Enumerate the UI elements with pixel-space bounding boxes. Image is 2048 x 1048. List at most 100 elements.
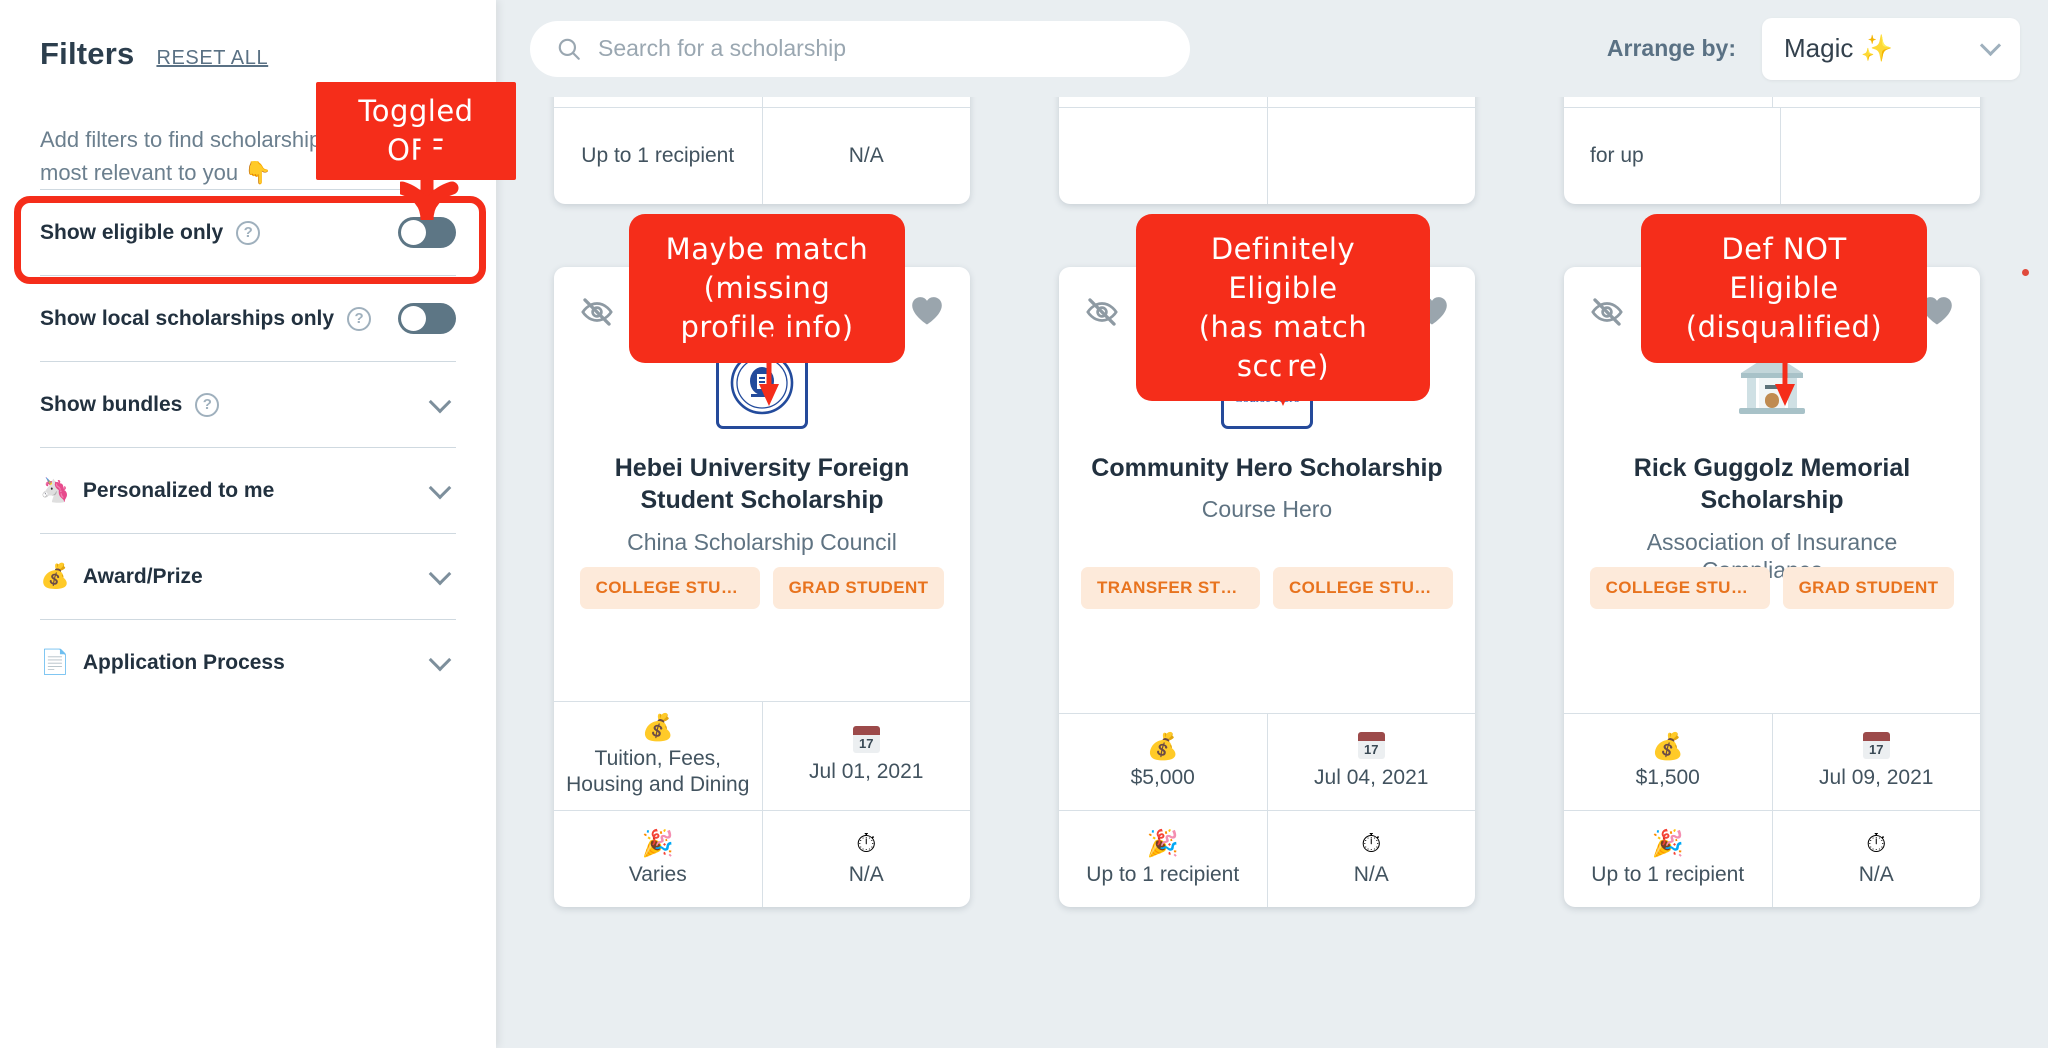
- search-icon: [558, 38, 580, 60]
- card-time: N/A: [848, 862, 884, 886]
- heart-icon[interactable]: [910, 295, 944, 326]
- calendar-icon: 17: [1357, 732, 1385, 760]
- filters-subtitle: Add filters to find scholarships that ar…: [40, 127, 413, 185]
- search-input[interactable]: Search for a scholarship: [530, 20, 1190, 77]
- toggle-show-local-only[interactable]: [398, 303, 456, 335]
- stopwatch-icon: ⏱: [1866, 827, 1887, 858]
- hebei-university-logo: [716, 336, 808, 429]
- card-meta: 💰 Tuition, Fees, Housing and Dining 17 J…: [554, 700, 971, 907]
- chevron-down-icon[interactable]: [428, 390, 452, 413]
- help-icon[interactable]: ?: [347, 306, 372, 331]
- card-tag: COLLEGE STUDENT: [1589, 567, 1770, 609]
- match-badge: ? Match: [708, 266, 816, 304]
- card-amount-cell: 💰 Tuition, Fees, Housing and Dining: [554, 702, 762, 810]
- card-recipients-cell: for up: [1564, 108, 1780, 204]
- card-time-cell: [1266, 108, 1476, 204]
- filter-label-text: Award/Prize: [82, 564, 203, 588]
- filter-row-show-local-only[interactable]: Show local scholarships only ?: [40, 275, 456, 361]
- card-row-top: 💰 $2,000 17 Jul 09, 2021 Up to 1 recipie…: [530, 0, 2048, 229]
- card-organization: Course Hero: [1201, 496, 1333, 523]
- eye-off-icon[interactable]: [1590, 295, 1624, 329]
- filter-row-award-prize[interactable]: 💰 Award/Prize: [40, 533, 456, 619]
- eye-off-icon[interactable]: [580, 295, 614, 329]
- eye-off-icon[interactable]: [1085, 295, 1119, 329]
- card-deadline: Jul 09, 2021: [1819, 766, 1934, 790]
- card-recipients-cell: 🎉 Up to 1 recipient: [1059, 811, 1267, 907]
- filter-row-personalized-to-me[interactable]: 🦄 Personalized to me: [40, 447, 456, 533]
- match-badge: 50% Match: [1199, 266, 1335, 304]
- scholarship-card-grid: 💰 $2,000 17 Jul 09, 2021 Up to 1 recipie…: [496, 0, 2048, 1048]
- card-recipients: for up: [1590, 143, 1644, 167]
- filter-label-group: 📄 Application Process: [40, 648, 285, 677]
- search-placeholder: Search for a scholarship: [598, 35, 847, 61]
- card-tag: COLLEGE STUDENT: [579, 567, 760, 609]
- toggle-knob: [401, 220, 426, 246]
- card-meta-row: 🎉 Up to 1 recipient ⏱ N/A: [1564, 810, 1980, 907]
- card-tags: TRANSFER STU... COLLEGE STUD...: [1059, 567, 1475, 609]
- bank-with-heart-icon: [1739, 344, 1805, 414]
- heart-icon[interactable]: [1415, 295, 1449, 326]
- filter-row-application-process[interactable]: 📄 Application Process: [40, 619, 456, 705]
- chevron-down-icon[interactable]: [428, 648, 452, 671]
- card-tags: COLLEGE STUDENT GRAD STUDENT: [554, 567, 970, 609]
- scholarship-card[interactable]: ? Match Hebei University Foreign Student…: [554, 266, 971, 907]
- card-recipients-cell: 🎉 Up to 1 recipient: [1564, 811, 1772, 907]
- card-recipients: Varies: [628, 862, 687, 886]
- chevron-down-icon: [1979, 34, 2002, 57]
- results-toolbar: Search for a scholarship Arrange by: Mag…: [496, 0, 2048, 97]
- party-popper-icon: 🎉: [1146, 827, 1179, 858]
- card-tag: GRAD STUDENT: [1782, 567, 1955, 609]
- filter-label-text: Show bundles: [40, 392, 183, 416]
- filter-label-text: Application Process: [82, 650, 285, 674]
- filter-label-group: Show eligible only ?: [40, 220, 261, 245]
- card-meta-row: for up: [1564, 107, 1980, 204]
- filter-label-text: Show eligible only: [40, 220, 224, 244]
- chevron-down-icon[interactable]: [428, 562, 452, 585]
- scholarship-card[interactable]: Not Eligible Rick Guggolz Memorial Schol…: [1564, 266, 1980, 907]
- card-tag: TRANSFER STU...: [1081, 567, 1260, 609]
- card-title: Hebei University Foreign Student Scholar…: [614, 454, 910, 515]
- filter-label-group: Show local scholarships only ?: [40, 306, 372, 331]
- card-tag: GRAD STUDENT: [772, 567, 945, 609]
- arrange-by-select[interactable]: Magic ✨: [1762, 17, 2020, 80]
- help-icon[interactable]: ?: [236, 220, 261, 245]
- cursor-dot: [2022, 269, 2029, 276]
- card-row-bottom: ? Match Hebei University Foreign Student…: [530, 266, 2048, 907]
- scholarship-results-area: Search for a scholarship Arrange by: Mag…: [496, 0, 2048, 1048]
- filters-sidebar: Filters RESET ALL Add filters to find sc…: [0, 0, 496, 1048]
- card-recipients: Up to 1 recipient: [1591, 862, 1745, 886]
- card-amount-cell: 💰 $5,000: [1059, 714, 1267, 810]
- chevron-down-icon[interactable]: [428, 476, 452, 499]
- reset-all-link[interactable]: RESET ALL: [156, 47, 268, 70]
- help-icon[interactable]: ?: [195, 392, 220, 417]
- filter-label-text: Show local scholarships only: [40, 306, 335, 330]
- card-meta-row: 💰 $5,000 17 Jul 04, 2021: [1059, 713, 1475, 810]
- arrange-by-label: Arrange by:: [1606, 35, 1736, 61]
- stopwatch-icon: ⏱: [1361, 827, 1382, 858]
- card-deadline: Jul 04, 2021: [1314, 766, 1429, 790]
- card-deadline-cell: 17 Jul 04, 2021: [1266, 714, 1476, 810]
- money-bag-icon: 💰: [1651, 730, 1684, 761]
- scholarship-card[interactable]: 50% Match Course Hero Community Hero Sch…: [1059, 266, 1475, 907]
- money-bag-icon: 💰: [641, 711, 674, 742]
- card-recipients-cell: Up to 1 recipient: [554, 108, 762, 204]
- card-title: Community Hero Scholarship: [1091, 454, 1443, 482]
- card-meta-row: 🎉 Up to 1 recipient ⏱ N/A: [1059, 810, 1475, 907]
- heart-icon[interactable]: [1920, 295, 1954, 326]
- party-popper-icon: 🎉: [1651, 827, 1684, 858]
- card-tag: COLLEGE STUD...: [1273, 567, 1453, 609]
- card-deadline-cell: 17 Jul 01, 2021: [761, 701, 971, 810]
- arrange-by-group: Arrange by: Magic ✨: [1606, 17, 2020, 80]
- card-meta: 💰 $5,000 17 Jul 04, 2021 🎉 Up to 1 recip…: [1059, 713, 1475, 907]
- course-hero-logo: Course Hero: [1221, 336, 1313, 429]
- toggle-show-eligible-only[interactable]: [398, 217, 456, 249]
- card-recipients: Up to 1 recipient: [581, 143, 735, 167]
- filter-row-show-eligible-only[interactable]: Show eligible only ?: [40, 189, 456, 275]
- card-amount: Tuition, Fees, Housing and Dining: [566, 746, 750, 796]
- stopwatch-icon: ⏱: [856, 827, 877, 858]
- filters-header: Filters RESET ALL: [40, 24, 456, 72]
- filter-row-show-bundles[interactable]: Show bundles ?: [40, 361, 456, 447]
- card-logo: [715, 335, 810, 430]
- card-time-cell: [1779, 108, 1981, 204]
- card-meta-row: 💰 $1,500 17 Jul 09, 2021: [1564, 713, 1980, 810]
